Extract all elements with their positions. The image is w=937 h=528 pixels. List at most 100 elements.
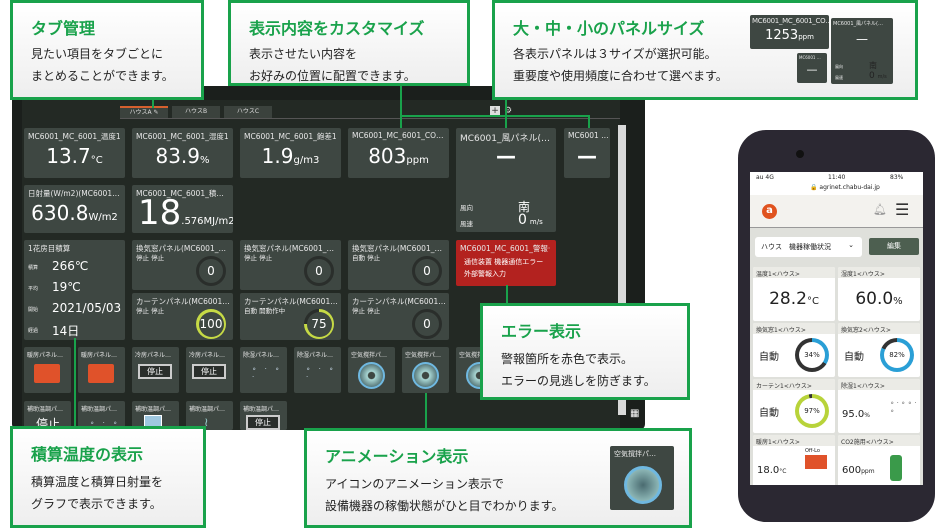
icon-panel[interactable]: 冷房パネル… 停止 <box>186 347 233 393</box>
phone-panel[interactable]: 温度1<ハウス> 28.2°C <box>753 267 835 321</box>
size-preview-small: MC6001 … — <box>797 53 827 83</box>
tile-label: 日射量(W/m2)(MC6001… <box>28 189 120 198</box>
tile-label: MC6001 … <box>568 131 609 140</box>
ring-value: 82% <box>884 342 910 368</box>
tile-value-row: 13.7°C <box>24 144 125 168</box>
panel-ring[interactable]: 換気窓パネル(MC6001_… 自動 停止 0 <box>348 240 449 290</box>
panel-value[interactable]: MC6001_MC_6001_積… 18.576MJ/m2 <box>132 185 233 233</box>
panel-ring[interactable]: カーテンパネル(MC6001… 自動 開動作中 75 <box>240 293 341 340</box>
tile-label: CO2施用<ハウス> <box>838 435 920 446</box>
panel-value[interactable]: 日射量(W/m2)(MC6001… 630.8W/m2 <box>24 185 125 233</box>
tab-house-b[interactable]: ハウスB <box>172 106 220 118</box>
tile-label: MC6001_MC_6001_CO… <box>752 17 829 25</box>
icon-panel[interactable]: 補助温調パ… 停止 <box>240 401 287 430</box>
tile-unit: ppm <box>406 155 429 166</box>
tile-value-row: 1.9g/m3 <box>240 144 341 168</box>
panel-value[interactable]: MC6001_MC_6001_CO… 803ppm <box>348 128 449 178</box>
panel-error[interactable]: MC6001_MC_6001_警報· 通信装置 機器通信エラー 外部警報入力 <box>456 240 556 286</box>
stop-button[interactable]: 停止 <box>192 364 226 379</box>
panel-wind[interactable]: MC6001_風パネル(… — 風向南風速 0 m/s <box>456 128 556 232</box>
ring-value: 100 <box>198 312 224 337</box>
url-bar[interactable]: 🔒 agrinet.chabu-dai.jp <box>810 184 880 191</box>
phone-panel[interactable]: 換気窓1<ハウス> 自動 34% <box>753 323 835 377</box>
progress-ring: 82% <box>880 338 914 372</box>
tab-house-c[interactable]: ハウスC <box>224 106 272 118</box>
tile-value-row: 83.9% <box>132 144 233 168</box>
icon-panel[interactable]: 暖房パネル… <box>78 347 125 393</box>
callout-accumulated-temp: 積算温度の表示 積算温度と積算日射量を グラフで表示できます。 <box>10 426 206 528</box>
tile-label: 空気撹拌パ… <box>351 352 388 359</box>
panel-value[interactable]: MC6001_MC_6001_湿度1 83.9% <box>132 128 233 178</box>
phone-panel[interactable]: 湿度1<ハウス> 60.0% <box>838 267 920 321</box>
menu-icon[interactable]: ☰ <box>895 200 909 219</box>
panel-accum[interactable]: 1花房目積算 積算 266℃ 平均 19℃ 開始 2021/05/03 経過 14日 <box>24 240 125 340</box>
chevron-down-icon: ⌄ <box>848 241 854 249</box>
status-text: 自動 停止 <box>352 254 381 262</box>
stop-button[interactable]: 停止 <box>246 415 280 430</box>
phone-screen: au 4G 11:40 83% 🔒 agrinet.chabu-dai.jp a… <box>750 172 923 485</box>
callout-text: 設備機器の稼働状態がひと目でわかります。 <box>325 499 564 513</box>
heater-icon <box>88 364 114 383</box>
progress-ring: 0 <box>304 256 334 286</box>
ring-value: 0 <box>423 264 431 278</box>
icon-panel[interactable]: 空気撹拌パ… <box>348 347 395 393</box>
icon-panel[interactable]: 空気撹拌パ… <box>402 347 449 393</box>
edit-button[interactable]: 編集 <box>869 238 919 255</box>
stop-button[interactable]: 停止 <box>138 364 172 379</box>
tile-value: 1.9 <box>261 144 294 168</box>
tile-label: 補助温調パ… <box>27 406 64 413</box>
tile-label: 除湿パネル… <box>297 352 334 359</box>
panel-small[interactable]: MC6001 … — <box>564 128 610 178</box>
tile-label: MC6001_MC_6001_警報· <box>460 244 551 253</box>
tile-unit: °C <box>90 155 103 166</box>
tab-house-a[interactable]: ハウスA ✎ <box>120 106 168 118</box>
panel-ring[interactable]: 換気窓パネル(MC6001_… 停止 停止 0 <box>240 240 341 290</box>
progress-ring: 100 <box>196 309 226 339</box>
tile-value-row: 18.0°C <box>757 465 786 476</box>
callout-title: 積算温度の表示 <box>31 445 144 464</box>
tile-label: 除湿パネル… <box>243 352 280 359</box>
connector <box>400 115 590 117</box>
tile-value: 95.0 <box>842 409 865 420</box>
phone-panel[interactable]: 除湿1<ハウス> 95.0% ∘ · ∘ ∘ · ∘ <box>838 379 920 433</box>
panel-ring[interactable]: カーテンパネル(MC6001… 停止 停止 100 <box>132 293 233 340</box>
callout-panel-sizes: 大・中・小のパネルサイズ 各表示パネルは３サイズが選択可能。 重要度や使用頻度に… <box>492 0 918 100</box>
tile-label: MC6001_風パネル(… <box>460 134 550 144</box>
tile-value-row: 60.0% <box>838 289 920 309</box>
tile-unit: % <box>200 155 210 166</box>
tile-label: MC6001_MC_6001_CO… <box>352 131 444 140</box>
grid-view-icon[interactable]: ▦ <box>630 408 639 419</box>
tile-value-row: 18.576MJ/m2 <box>138 193 233 233</box>
panel-ring[interactable]: カーテンパネル(MC6001… 停止 停止 0 <box>348 293 449 340</box>
phone-panel[interactable]: 換気窓2<ハウス> 自動 82% <box>838 323 920 377</box>
callout-title: タブ管理 <box>31 19 96 38</box>
connector <box>505 100 507 128</box>
panel-value[interactable]: MC6001_MC_6001_飽差1 1.9g/m3 <box>240 128 341 178</box>
callout-animation: アニメーション表示 アイコンのアニメーション表示で 設備機器の稼働状態がひと目で… <box>304 428 692 528</box>
icon-panel[interactable]: 暖房パネル… <box>24 347 71 393</box>
tile-label: 1花房目積算 <box>28 244 71 253</box>
tile-unit: % <box>893 296 903 307</box>
panel-ring[interactable]: 換気窓パネル(MC6001_… 停止 停止 0 <box>132 240 233 290</box>
bell-icon[interactable]: 🔔︎ <box>873 203 887 216</box>
phone-panel[interactable]: CO2施用<ハウス> 600ppm <box>838 435 920 485</box>
logo[interactable]: a <box>762 204 777 219</box>
callout-text: エラーの見逃しを防ぎます。 <box>501 374 656 388</box>
icon-panel[interactable]: 除湿パネル… ∘ · ∘ · <box>294 347 341 393</box>
view-select[interactable]: ハウス 機器稼働状況 ⌄ <box>755 237 862 257</box>
phone-panel[interactable]: カーテン1<ハウス> 自動 97% <box>753 379 835 433</box>
tile-label: 暖房1<ハウス> <box>753 435 835 446</box>
connector <box>425 393 427 430</box>
panel-value[interactable]: MC6001_MC_6001_温度1 13.7°C <box>24 128 125 178</box>
icon-panel[interactable]: 冷房パネル… 停止 <box>132 347 179 393</box>
tile-unit: g/m3 <box>293 155 320 166</box>
wind-speed-value: 0 <box>869 71 875 81</box>
tile-label: 冷房パネル… <box>135 352 172 359</box>
tile-label: 温度1<ハウス> <box>753 267 835 278</box>
tile-value: — <box>856 32 868 46</box>
select-value: ハウス 機器稼働状況 <box>761 243 831 251</box>
pencil-icon[interactable]: ✎ <box>154 109 159 116</box>
phone-panel[interactable]: 暖房1<ハウス> 18.0°C Off-Lo <box>753 435 835 485</box>
tile-value: 83.9 <box>155 144 200 168</box>
icon-panel[interactable]: 除湿パネル… ∘ · ∘ · <box>240 347 287 393</box>
